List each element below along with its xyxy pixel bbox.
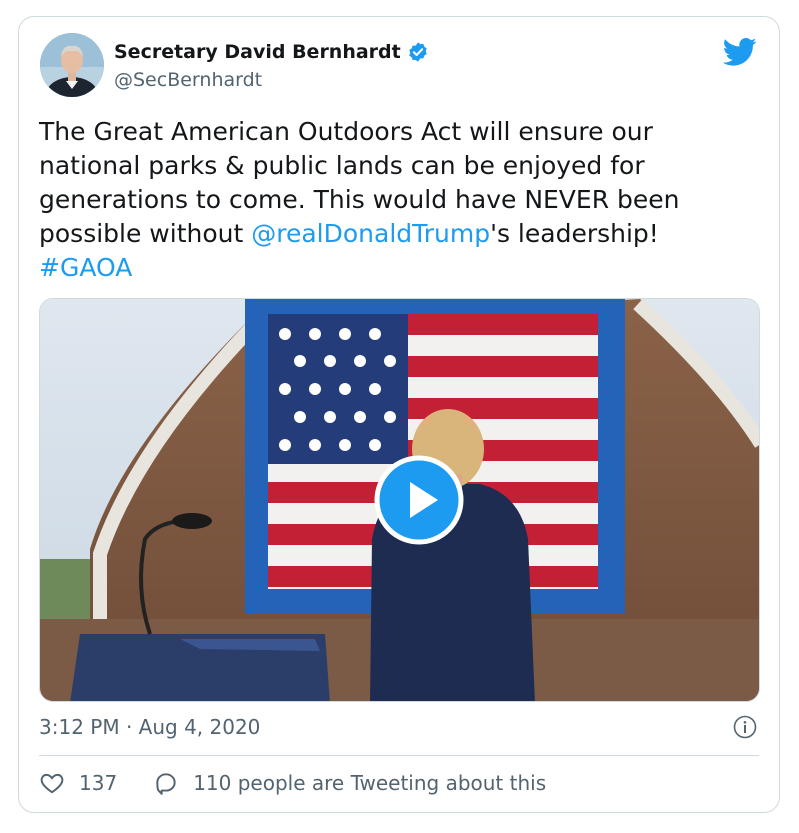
heart-icon (40, 773, 64, 794)
avatar[interactable] (40, 33, 104, 97)
tweet-text: The Great American Outdoors Act will ens… (39, 115, 759, 285)
tweet-text-tail: 's leadership! (490, 219, 659, 248)
twitter-bird-icon[interactable] (722, 37, 757, 67)
info-icon[interactable] (733, 715, 757, 739)
verified-badge-icon (407, 41, 429, 63)
like-count: 137 (79, 771, 118, 795)
tweet-timestamp[interactable]: 3:12 PM · Aug 4, 2020 (39, 715, 260, 739)
tweet-actions: 137 110 people are Tweeting about this (39, 770, 546, 796)
author-name-row[interactable]: Secretary David Bernhardt (114, 41, 429, 63)
mention-link[interactable]: @realDonaldTrump (251, 219, 490, 248)
divider (39, 755, 759, 756)
speech-bubble-icon (156, 773, 176, 795)
video-player[interactable] (39, 298, 760, 702)
author-handle[interactable]: @SecBernhardt (114, 69, 262, 91)
conversation-button[interactable]: 110 people are Tweeting about this (153, 770, 546, 796)
author-name[interactable]: Secretary David Bernhardt (114, 41, 401, 63)
tweet-card[interactable]: Secretary David Bernhardt @SecBernhardt … (18, 16, 780, 813)
hashtag-link[interactable]: #GAOA (39, 253, 132, 282)
like-button[interactable]: 137 (39, 770, 117, 796)
conversation-label: 110 people are Tweeting about this (193, 771, 547, 795)
play-icon[interactable] (374, 455, 464, 545)
